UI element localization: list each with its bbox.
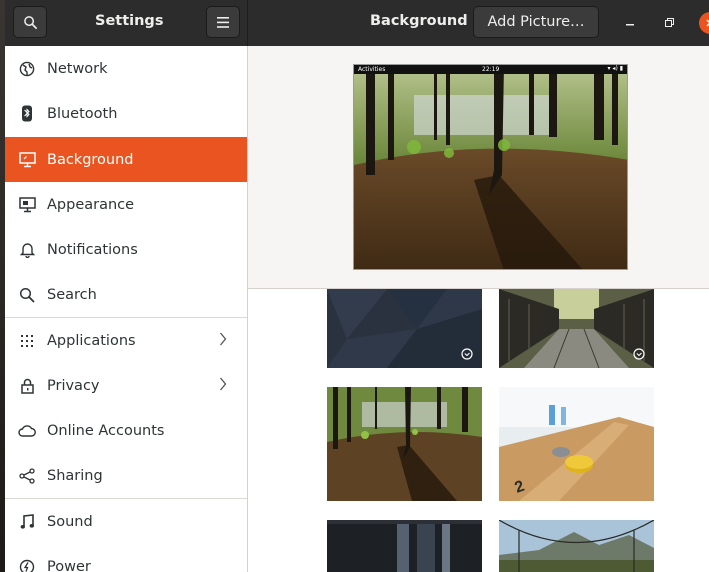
sidebar-item-online-accounts[interactable]: Online Accounts [5,408,247,453]
share-icon [18,467,36,485]
wallpaper-image [499,520,654,572]
close-button[interactable] [699,12,709,34]
wallpaper-forest-shadow[interactable] [327,387,482,501]
background-panel: Activities 22:19 ▾ ◂) ▮ 2 [248,46,709,572]
preview-activities-label: Activities [358,66,386,73]
sidebar-item-notifications[interactable]: Notifications [5,227,247,272]
timed-wallpaper-icon [461,348,473,360]
sidebar-item-privacy[interactable]: Privacy [5,363,247,408]
main-menu-button[interactable] [206,6,240,38]
chevron-right-icon [219,377,227,395]
current-background-preview: Activities 22:19 ▾ ◂) ▮ [353,64,628,270]
sidebar-item-label: Sound [47,513,93,530]
sidebar-item-search[interactable]: Search [5,272,247,317]
wallpaper-bridge-walkway[interactable] [499,289,654,368]
add-picture-button[interactable]: Add Picture… [473,6,599,38]
sidebar-item-label: Bluetooth [47,105,118,122]
sidebar-item-appearance[interactable]: Appearance [5,182,247,227]
sidebar-item-sound[interactable]: Sound [5,499,247,544]
settings-sidebar: Network Bluetooth Background Appearance … [5,46,248,572]
sidebar-item-network[interactable]: Network [5,46,247,91]
preview-image [354,65,627,269]
maximize-button[interactable] [661,14,677,30]
music-note-icon [18,513,36,531]
sidebar-item-applications[interactable]: Applications [5,318,247,363]
sidebar-item-sharing[interactable]: Sharing [5,453,247,498]
wallpaper-dark-geometric[interactable] [327,289,482,368]
sidebar-item-label: Power [47,558,91,572]
page-title: Background [370,13,468,29]
sidebar-item-label: Applications [47,332,136,349]
preview-area: Activities 22:19 ▾ ◂) ▮ [248,46,709,289]
search-button[interactable] [13,6,47,38]
display-icon [18,151,36,169]
wallpaper-dark-pillars[interactable] [327,520,482,572]
app-title: Settings [95,13,164,29]
chevron-right-icon [219,332,227,350]
wallpaper-shuffleboard-table[interactable]: 2 [499,387,654,501]
minimize-button[interactable] [622,14,638,30]
appearance-icon [18,196,36,214]
sidebar-item-background[interactable]: Background [5,137,247,182]
bluetooth-icon [18,105,36,123]
sidebar-item-label: Search [47,286,97,303]
sidebar-item-label: Network [47,60,108,77]
preview-topbar: Activities 22:19 ▾ ◂) ▮ [354,65,627,74]
search-icon [18,286,36,304]
cloud-icon [18,422,36,440]
power-icon [18,558,36,572]
maximize-icon [664,17,674,27]
sidebar-item-bluetooth[interactable]: Bluetooth [5,91,247,136]
wallpaper-image: 2 [499,387,654,501]
search-icon [23,15,37,29]
sidebar-item-label: Privacy [47,377,100,394]
preview-clock: 22:19 [482,66,500,73]
sidebar-item-label: Notifications [47,241,138,258]
sidebar-item-label: Appearance [47,196,135,213]
wallpaper-image [327,387,482,501]
wallpaper-suspension-bridge-mountains[interactable] [499,520,654,572]
wallpaper-image [499,289,654,368]
sidebar-item-power[interactable]: Power [5,544,247,572]
apps-grid-icon [18,332,36,350]
sidebar-item-label: Background [47,151,134,168]
lock-icon [18,377,36,395]
wallpaper-image [327,520,482,572]
network-globe-icon [18,60,36,78]
hamburger-menu-icon [217,16,229,28]
minimize-icon [626,24,634,26]
sidebar-item-label: Sharing [47,467,103,484]
preview-tray-icons: ▾ ◂) ▮ [607,65,623,72]
sidebar-item-label: Online Accounts [47,422,165,439]
header-bar: Settings Background Add Picture… [5,0,709,46]
wallpaper-image [327,289,482,368]
bell-icon [18,241,36,259]
sidebar-header: Settings [5,0,248,46]
timed-wallpaper-icon [633,348,645,360]
